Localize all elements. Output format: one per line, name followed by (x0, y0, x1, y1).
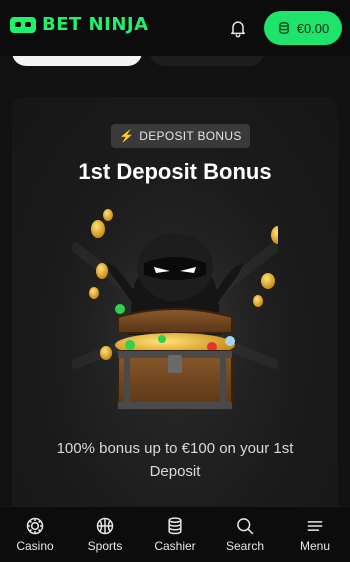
nav-label-cashier: Cashier (154, 539, 196, 553)
logo-text: BET NINJA (42, 14, 149, 35)
deposit-bonus-card[interactable]: ⚡ DEPOSIT BONUS 1st Deposit Bonus 100% b… (12, 97, 338, 517)
bell-icon[interactable] (228, 18, 248, 38)
nav-label-sports: Sports (87, 539, 123, 553)
deposit-bonus-badge: ⚡ DEPOSIT BONUS (111, 124, 250, 148)
bonus-title: 1st Deposit Bonus (78, 159, 272, 184)
balance-button[interactable]: €0.00 (264, 11, 342, 45)
nav-item-cashier[interactable]: Cashier (140, 507, 210, 562)
nav-item-sports[interactable]: Sports (70, 507, 140, 562)
bonus-description: 100% bonus up to €100 on your 1st Deposi… (56, 440, 294, 480)
coins-icon (279, 22, 289, 34)
nav-item-casino[interactable]: Casino (0, 507, 70, 562)
nav-item-menu[interactable]: Menu (280, 507, 350, 562)
search-icon (237, 518, 254, 535)
lightning-icon: ⚡ (119, 129, 135, 143)
coins-stack-icon (168, 517, 182, 535)
casino-chip-icon (26, 517, 44, 535)
nav-label-casino: Casino (16, 539, 54, 553)
hamburger-icon (307, 521, 323, 531)
badge-label: DEPOSIT BONUS (139, 129, 242, 143)
bet-ninja-logo[interactable]: BET NINJA (10, 14, 149, 35)
nav-label-search: Search (225, 539, 265, 553)
nav-item-search[interactable]: Search (210, 507, 280, 562)
nav-label-menu: Menu (299, 539, 331, 553)
ninja-mask-icon (10, 16, 36, 33)
top-header: BET NINJA €0.00 (0, 0, 350, 56)
bottom-navigation: Casino Sports Cashier Search Menu (0, 506, 350, 562)
basketball-icon (96, 517, 114, 535)
ninja-treasure-chest-image (72, 205, 278, 420)
balance-amount: €0.00 (296, 20, 330, 36)
